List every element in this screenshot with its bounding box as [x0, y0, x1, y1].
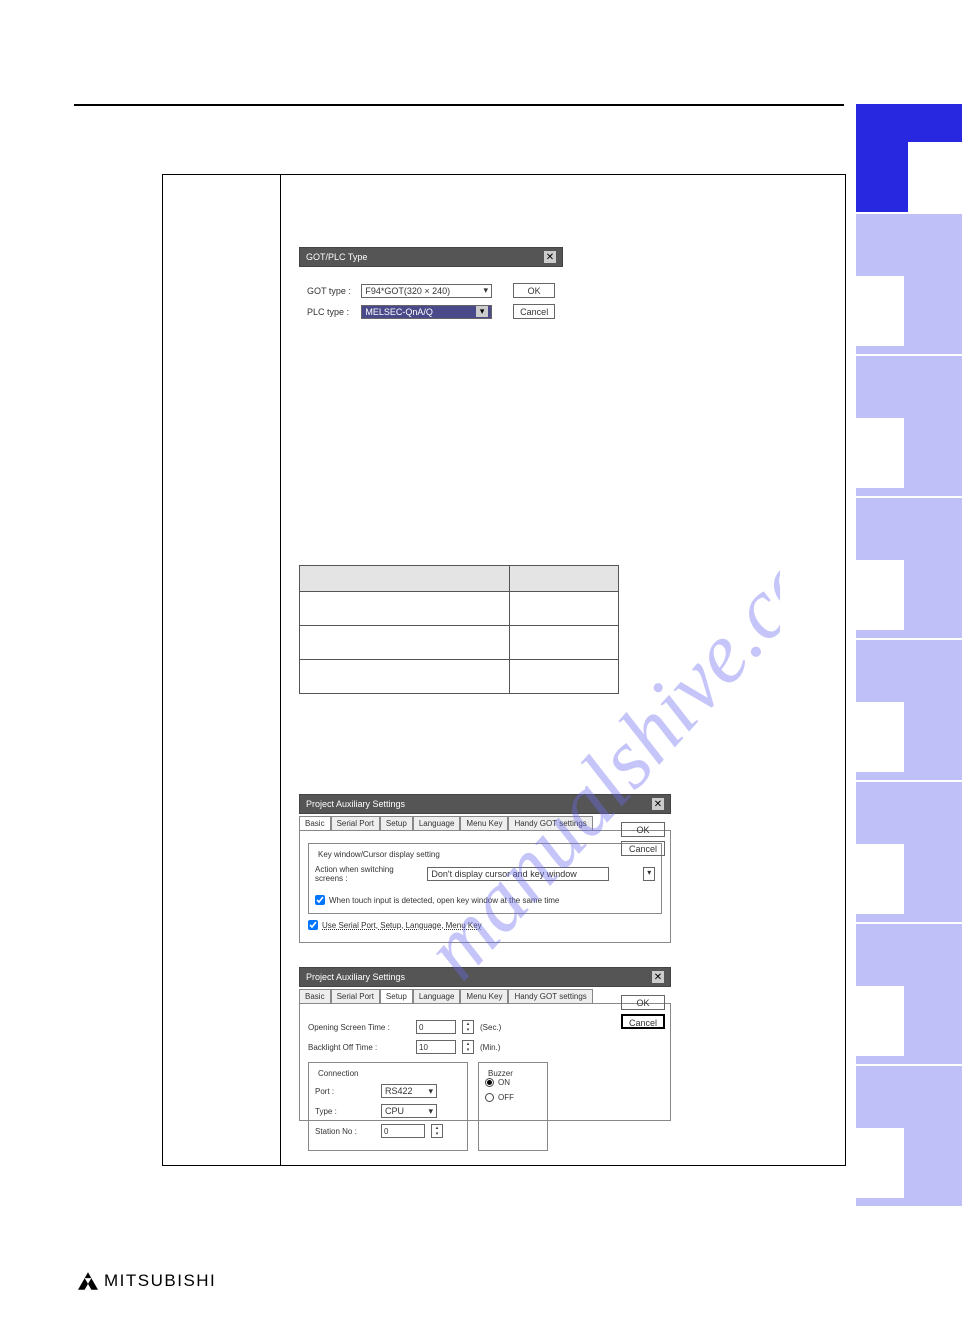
key-window-fieldset: Key window/Cursor display setting Action… [308, 843, 662, 914]
tab-menu-key[interactable]: Menu Key [460, 816, 508, 830]
logo-text: MITSUBISHI [104, 1271, 216, 1291]
buzzer-on-radio[interactable]: ON [485, 1078, 541, 1087]
tab-language[interactable]: Language [413, 989, 461, 1003]
mitsubishi-logo: MITSUBISHI [78, 1271, 216, 1291]
close-icon[interactable]: ✕ [652, 798, 664, 810]
backlight-unit: (Min.) [480, 1043, 500, 1052]
tab-setup[interactable]: Setup [380, 989, 413, 1003]
tab-basic[interactable]: Basic [299, 816, 331, 830]
chevron-down-icon: ▾ [643, 867, 655, 881]
buzzer-title: Buzzer [485, 1069, 516, 1078]
mitsubishi-logo-icon [78, 1272, 98, 1290]
radio-icon [485, 1078, 494, 1087]
chevron-down-icon: ▾ [484, 285, 489, 296]
backlight-spinner[interactable]: 10 [416, 1040, 456, 1054]
station-value: 0 [384, 1127, 388, 1136]
tab-menu-key[interactable]: Menu Key [460, 989, 508, 1003]
dialog2-tabs: Basic Serial Port Setup Language Menu Ke… [299, 816, 671, 830]
type-label: Type : [315, 1107, 375, 1116]
ok-button[interactable]: OK [621, 995, 665, 1010]
off-label: OFF [498, 1093, 514, 1102]
checkbox-input[interactable] [315, 895, 325, 905]
tab-handy-got[interactable]: Handy GOT settings [508, 989, 592, 1003]
action-value: Don't display cursor and key window [431, 869, 576, 879]
spinner-buttons[interactable]: ▴▾ [431, 1124, 443, 1138]
radio-icon [485, 1093, 494, 1102]
station-label: Station No : [315, 1127, 375, 1136]
buzzer-off-radio[interactable]: OFF [485, 1093, 541, 1102]
spec-table [299, 565, 619, 694]
dialog1-title-bar: GOT/PLC Type ✕ [299, 247, 563, 267]
tab-basic[interactable]: Basic [299, 989, 331, 1003]
tab-setup[interactable]: Setup [380, 816, 413, 830]
cancel-button[interactable]: Cancel [513, 304, 555, 319]
fieldset-title: Key window/Cursor display setting [315, 850, 443, 859]
plc-type-value: MELSEC-QnA/Q [365, 307, 433, 317]
opening-value: 0 [419, 1023, 423, 1032]
project-aux-settings-dialog-setup: Project Auxiliary Settings ✕ Basic Seria… [299, 967, 671, 1121]
plc-type-select[interactable]: MELSEC-QnA/Q ▾ [361, 305, 492, 319]
dialog3-title: Project Auxiliary Settings [306, 972, 405, 982]
action-select[interactable]: Don't display cursor and key window [427, 867, 609, 881]
dialog2-title-bar: Project Auxiliary Settings ✕ [299, 794, 671, 814]
action-label: Action when switching screens : [315, 865, 423, 883]
opening-screen-label: Opening Screen Time : [308, 1023, 410, 1032]
on-label: ON [498, 1078, 510, 1087]
ok-button[interactable]: OK [621, 822, 665, 837]
checkbox2-label: Use Serial Port, Setup, Language, Menu K… [322, 921, 482, 930]
got-type-value: F94*GOT(320 × 240) [365, 286, 450, 296]
buzzer-fieldset: Buzzer ON OFF [478, 1062, 548, 1151]
tab-handy-got[interactable]: Handy GOT settings [508, 816, 592, 830]
checkbox-use-serial-port[interactable]: Use Serial Port, Setup, Language, Menu K… [308, 920, 482, 930]
checkbox-input[interactable] [308, 920, 318, 930]
port-label: Port : [315, 1087, 375, 1096]
connection-fieldset: Connection Port : RS422▾ Type : CPU▾ Sta… [308, 1062, 468, 1151]
spinner-buttons[interactable]: ▴▾ [462, 1020, 474, 1034]
station-spinner[interactable]: 0 [381, 1124, 425, 1138]
connection-title: Connection [315, 1069, 361, 1078]
got-type-label: GOT type : [307, 286, 355, 296]
cancel-button[interactable]: Cancel [621, 841, 665, 856]
plc-type-label: PLC type : [307, 307, 355, 317]
opening-screen-spinner[interactable]: 0 [416, 1020, 456, 1034]
got-plc-type-dialog: GOT/PLC Type ✕ GOT type : F94*GOT(320 × … [299, 247, 563, 335]
tab-serial-port[interactable]: Serial Port [331, 816, 380, 830]
right-column: GOT/PLC Type ✕ GOT type : F94*GOT(320 × … [281, 175, 845, 1165]
port-select[interactable]: RS422▾ [381, 1084, 437, 1098]
backlight-label: Backlight Off Time : [308, 1043, 410, 1052]
top-divider [74, 104, 844, 106]
project-aux-settings-dialog-basic: Project Auxiliary Settings ✕ Basic Seria… [299, 794, 671, 943]
close-icon[interactable]: ✕ [652, 971, 664, 983]
tab-serial-port[interactable]: Serial Port [331, 989, 380, 1003]
right-sidebar [856, 104, 962, 1208]
opening-unit: (Sec.) [480, 1023, 501, 1032]
left-column [163, 175, 281, 1165]
type-select[interactable]: CPU▾ [381, 1104, 437, 1118]
type-value: CPU [385, 1106, 404, 1116]
chevron-down-icon: ▾ [476, 306, 488, 317]
dialog2-title: Project Auxiliary Settings [306, 799, 405, 809]
dialog3-title-bar: Project Auxiliary Settings ✕ [299, 967, 671, 987]
ok-button[interactable]: OK [513, 283, 555, 298]
port-value: RS422 [385, 1086, 413, 1096]
got-type-select[interactable]: F94*GOT(320 × 240) ▾ [361, 284, 492, 298]
close-icon[interactable]: ✕ [544, 251, 556, 263]
spinner-buttons[interactable]: ▴▾ [462, 1040, 474, 1054]
main-content-box: GOT/PLC Type ✕ GOT type : F94*GOT(320 × … [162, 174, 846, 1166]
tab-language[interactable]: Language [413, 816, 461, 830]
checkbox-open-key-window[interactable]: When touch input is detected, open key w… [315, 895, 559, 905]
checkbox1-label: When touch input is detected, open key w… [329, 896, 559, 905]
cancel-button[interactable]: Cancel [621, 1014, 665, 1029]
dialog3-tabs: Basic Serial Port Setup Language Menu Ke… [299, 989, 671, 1003]
dialog1-title: GOT/PLC Type [306, 252, 367, 262]
backlight-value: 10 [419, 1043, 428, 1052]
